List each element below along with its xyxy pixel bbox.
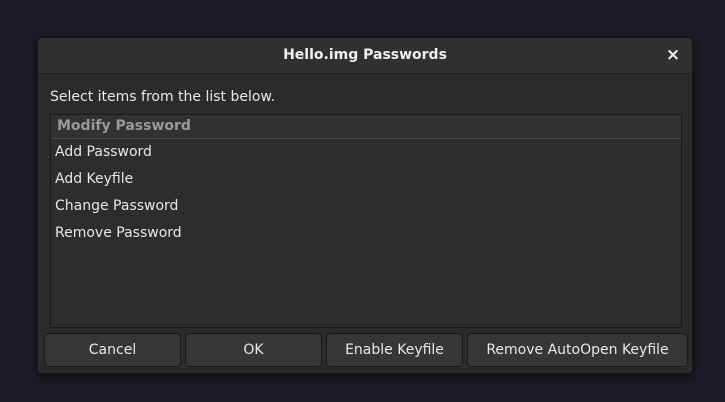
list-item-add-keyfile[interactable]: Add Keyfile <box>51 166 681 193</box>
remove-autoopen-keyfile-button[interactable]: Remove AutoOpen Keyfile <box>467 333 688 367</box>
list-item-change-password[interactable]: Change Password <box>51 193 681 220</box>
close-button[interactable]: × <box>662 45 684 67</box>
passwords-dialog: Hello.img Passwords × Select items from … <box>37 37 693 374</box>
list-item-add-password[interactable]: Add Password <box>51 139 681 166</box>
dialog-titlebar: Hello.img Passwords × <box>38 38 692 74</box>
enable-keyfile-button[interactable]: Enable Keyfile <box>326 333 463 367</box>
ok-button[interactable]: OK <box>185 333 322 367</box>
cancel-button[interactable]: Cancel <box>44 333 181 367</box>
dialog-title: Hello.img Passwords <box>283 47 447 63</box>
instruction-label: Select items from the list below. <box>50 89 276 105</box>
options-list[interactable]: Modify Password Add Password Add Keyfile… <box>50 114 682 328</box>
list-item-remove-password[interactable]: Remove Password <box>51 220 681 247</box>
list-header-modify-password: Modify Password <box>51 115 681 139</box>
button-row: Cancel OK Enable Keyfile Remove AutoOpen… <box>44 333 688 367</box>
close-icon: × <box>665 45 681 65</box>
